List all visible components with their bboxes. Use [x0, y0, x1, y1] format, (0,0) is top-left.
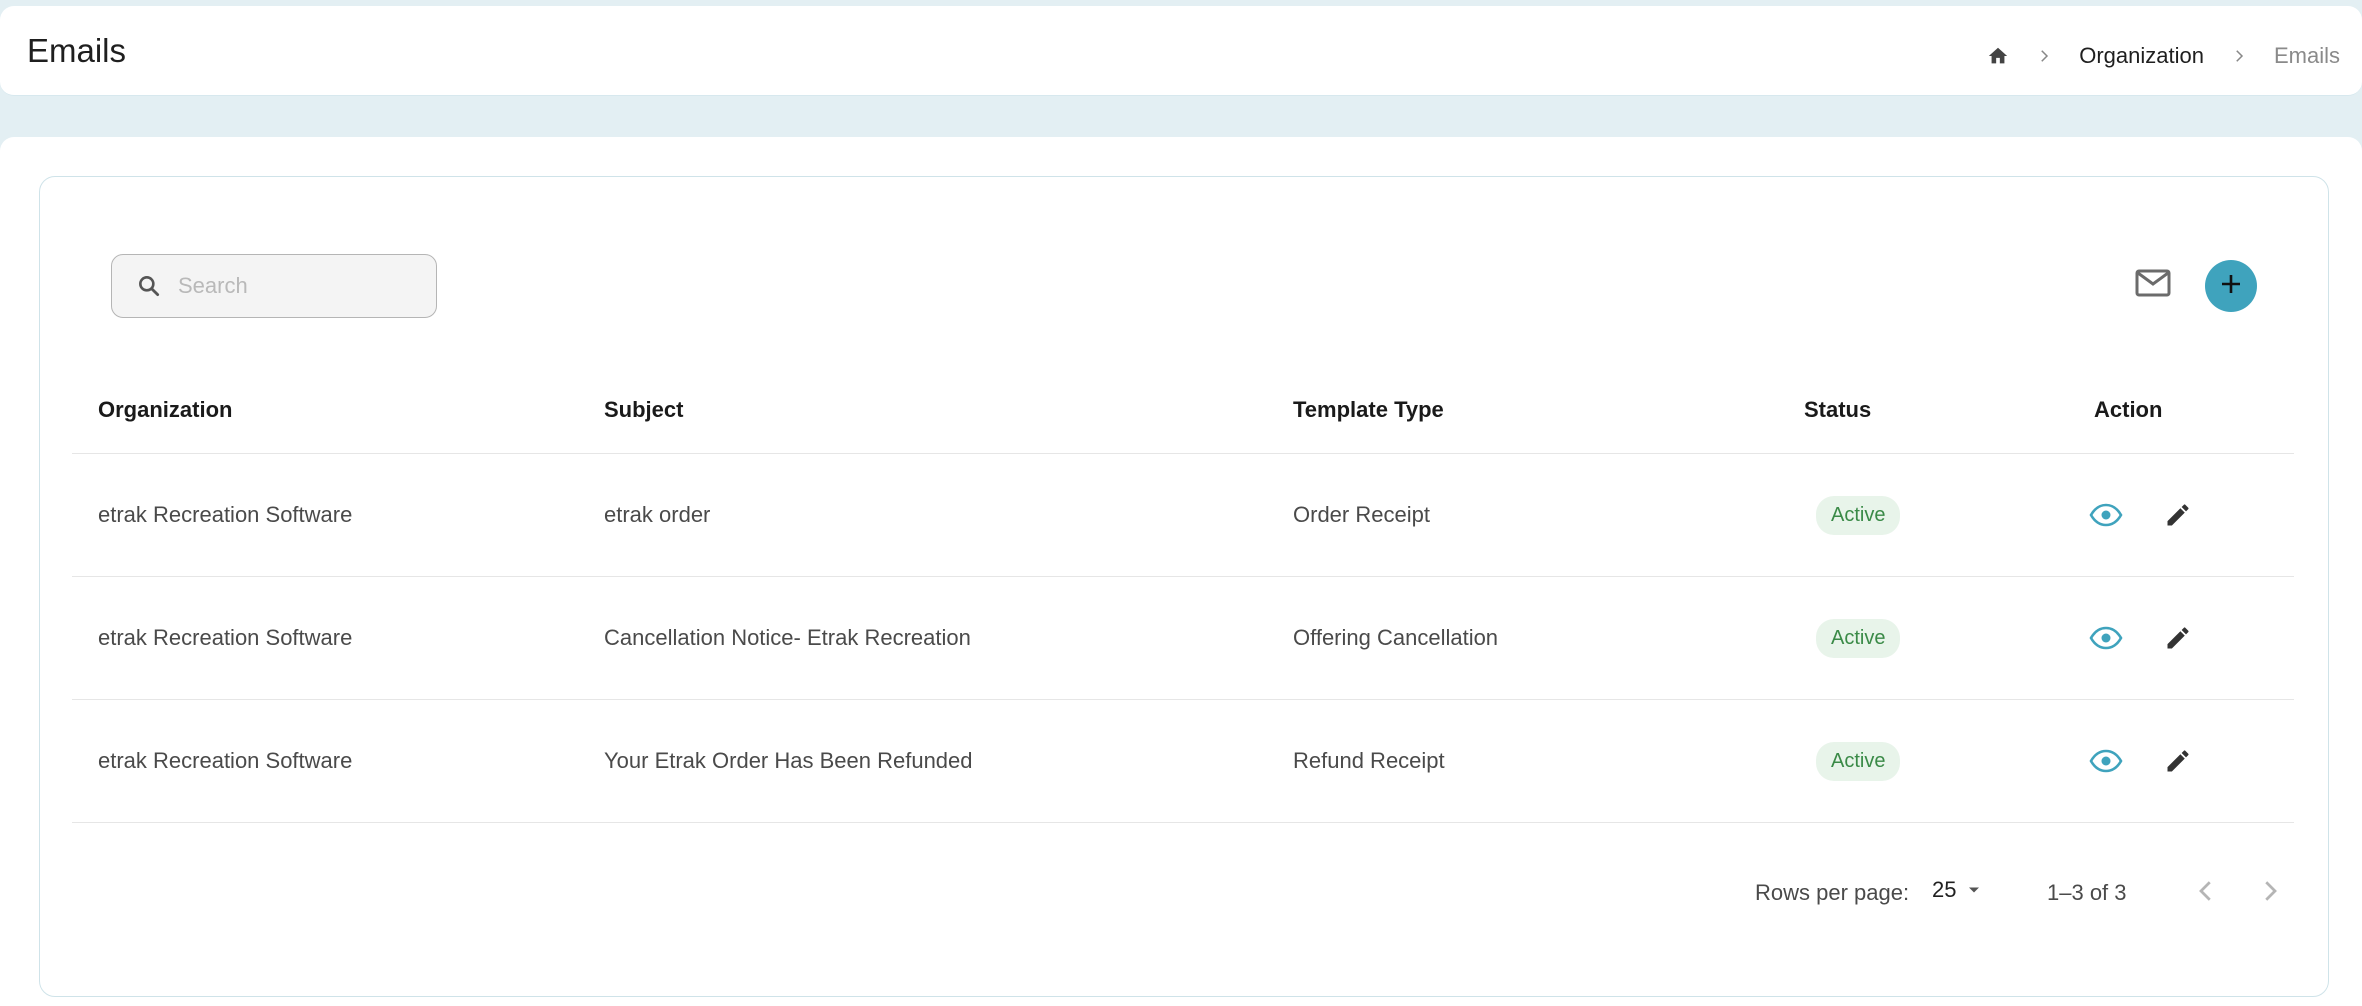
cell-status: Active: [1816, 577, 1901, 699]
pencil-icon: [2167, 504, 2189, 526]
caret-down-icon: [1964, 880, 1984, 900]
search-box[interactable]: [111, 254, 437, 318]
view-button[interactable]: [2086, 741, 2126, 781]
cell-organization: etrak Recreation Software: [98, 625, 353, 650]
plus-icon: [2220, 273, 2242, 300]
pagination: Rows per page: 25 1–3 of 3: [40, 867, 2330, 919]
view-button[interactable]: [2086, 618, 2126, 658]
view-button[interactable]: [2086, 495, 2126, 535]
add-email-button[interactable]: [2205, 260, 2257, 312]
page-header: Emails Organization Emails: [0, 6, 2362, 96]
cell-action: [2086, 454, 2198, 576]
cell-action: [2086, 700, 2198, 822]
pencil-icon: [2167, 750, 2189, 772]
next-page-button[interactable]: [2255, 876, 2285, 912]
chevron-right-icon: [2035, 47, 2053, 65]
eye-icon: [2089, 503, 2123, 527]
rows-per-page-label: Rows per page:: [1755, 880, 1910, 905]
cell-subject: Cancellation Notice- Etrak Recreation: [604, 625, 971, 650]
search-input[interactable]: [178, 273, 418, 299]
search-icon: [136, 273, 162, 299]
rows-per-page-select[interactable]: 25: [1932, 877, 1984, 903]
cell-subject: Your Etrak Order Has Been Refunded: [604, 748, 973, 773]
edit-button[interactable]: [2158, 618, 2198, 658]
main-content: Organization Subject Template Type Statu…: [0, 137, 2362, 1006]
send-email-button[interactable]: [2133, 265, 2173, 305]
breadcrumb-organization[interactable]: Organization: [2079, 43, 2204, 69]
pagination-range: 1–3 of 3: [2047, 880, 2127, 905]
edit-button[interactable]: [2158, 741, 2198, 781]
breadcrumb-emails: Emails: [2273, 43, 2340, 68]
chevron-right-icon: [2230, 47, 2248, 65]
eye-icon: [2089, 749, 2123, 773]
table-row: etrak Recreation Software Your Etrak Ord…: [72, 700, 2294, 823]
cell-organization: etrak Recreation Software: [98, 748, 353, 773]
status-badge: Active: [1816, 741, 1901, 781]
table-row: etrak Recreation Software Cancellation N…: [72, 577, 2294, 700]
home-icon[interactable]: [1987, 45, 2009, 67]
edit-button[interactable]: [2158, 495, 2198, 535]
chevron-left-icon: [2199, 881, 2211, 901]
cell-action: [2086, 577, 2198, 699]
column-header-subject: Subject: [604, 397, 684, 422]
table-row: etrak Recreation Software etrak order Or…: [72, 454, 2294, 577]
eye-icon: [2089, 626, 2123, 650]
table-header: Organization Subject Template Type Statu…: [72, 367, 2294, 454]
previous-page-button[interactable]: [2191, 876, 2221, 912]
cell-template-type: Refund Receipt: [1293, 748, 1445, 773]
breadcrumb: Organization Emails: [1987, 39, 2340, 73]
cell-subject: etrak order: [604, 502, 711, 527]
status-badge: Active: [1816, 495, 1901, 535]
column-header-action: Action: [2094, 397, 2163, 422]
column-header-template-type: Template Type: [1293, 397, 1444, 422]
cell-organization: etrak Recreation Software: [98, 502, 353, 527]
page-title: Emails: [27, 32, 127, 69]
cell-status: Active: [1816, 700, 1901, 822]
pencil-icon: [2167, 627, 2189, 649]
chevron-right-icon: [2265, 881, 2277, 901]
emails-card: Organization Subject Template Type Statu…: [39, 176, 2329, 997]
column-header-organization: Organization: [98, 397, 233, 422]
column-header-status: Status: [1804, 397, 1872, 422]
status-badge: Active: [1816, 618, 1901, 658]
mail-icon: [2135, 268, 2171, 303]
emails-table: Organization Subject Template Type Statu…: [72, 367, 2294, 823]
rows-per-page-value: 25: [1932, 877, 1957, 902]
cell-template-type: Order Receipt: [1293, 502, 1430, 527]
cell-status: Active: [1816, 454, 1901, 576]
cell-template-type: Offering Cancellation: [1293, 625, 1499, 650]
